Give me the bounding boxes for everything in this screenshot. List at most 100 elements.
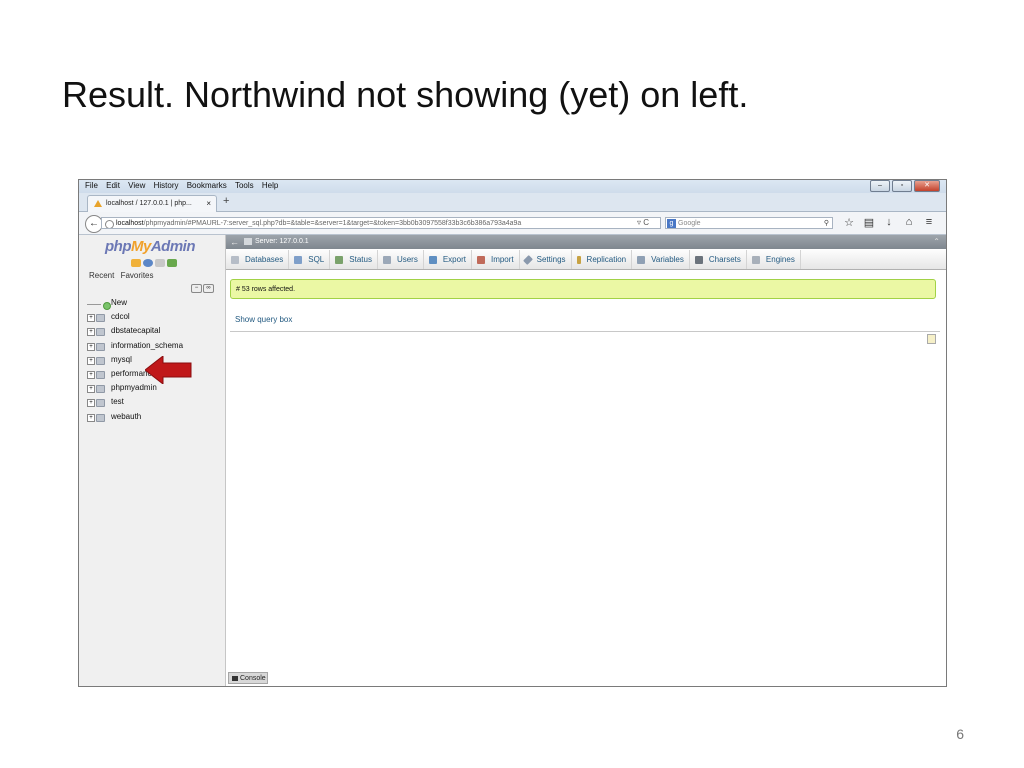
- browser-menubar: File Edit View History Bookmarks Tools H…: [79, 180, 946, 194]
- chevron-up-icon[interactable]: ⌃: [933, 235, 940, 249]
- red-arrow-icon: [145, 356, 192, 384]
- expand-icon[interactable]: +: [87, 314, 95, 323]
- menu-edit[interactable]: Edit: [106, 181, 120, 190]
- database-icon: [96, 356, 105, 365]
- help-icon[interactable]: [143, 259, 153, 267]
- pma-favicon-icon: [94, 200, 102, 207]
- menu-tools[interactable]: Tools: [235, 181, 254, 190]
- export-icon: [428, 255, 437, 264]
- expand-icon[interactable]: +: [87, 356, 95, 365]
- pma-navigation-panel: phpMyAdmin Recent Favorites − ∞ New + cdc…: [79, 235, 226, 686]
- menu-history[interactable]: History: [154, 181, 179, 190]
- download-icon[interactable]: ↓: [879, 216, 899, 229]
- favorites-tab[interactable]: Favorites: [121, 271, 154, 280]
- users-icon: [382, 255, 391, 264]
- menu-icon[interactable]: ≡: [919, 216, 939, 229]
- home-icon[interactable]: [131, 259, 141, 267]
- tab-sql[interactable]: SQL: [289, 250, 331, 269]
- charsets-icon: [694, 255, 703, 264]
- reload-icon[interactable]: ▿ C: [637, 218, 649, 227]
- databases-icon: [231, 255, 239, 264]
- minimize-button[interactable]: –: [870, 180, 890, 192]
- collapse-nav-icon[interactable]: ←: [230, 235, 239, 249]
- database-icon: [96, 413, 105, 422]
- tab-users[interactable]: Users: [378, 250, 424, 269]
- database-icon: [96, 328, 105, 337]
- replication-icon: [576, 255, 581, 264]
- tab-replication[interactable]: Replication: [572, 250, 633, 269]
- collapse-controls: − ∞: [191, 284, 215, 293]
- success-message: # 53 rows affected.: [230, 279, 936, 299]
- tree-line: [87, 304, 101, 305]
- page-icon[interactable]: [927, 334, 936, 344]
- expand-icon[interactable]: +: [87, 399, 95, 408]
- slide-number: 6: [956, 726, 964, 742]
- reload-nav-icon[interactable]: [167, 259, 177, 267]
- browser-tab[interactable]: localhost / 127.0.0.1 | php... ×: [87, 195, 217, 212]
- close-window-button[interactable]: ✕: [914, 180, 940, 192]
- link-icon[interactable]: ∞: [203, 284, 214, 293]
- new-db-icon: [103, 302, 111, 310]
- menu-file[interactable]: File: [85, 181, 98, 190]
- expand-icon[interactable]: +: [87, 413, 95, 422]
- console-button[interactable]: Console: [228, 672, 268, 684]
- console-icon: [232, 675, 238, 681]
- browser-screenshot: File Edit View History Bookmarks Tools H…: [78, 179, 947, 687]
- home-icon[interactable]: ⌂: [899, 216, 919, 229]
- database-icon: [96, 342, 105, 351]
- slide-title: Result. Northwind not showing (yet) on l…: [62, 74, 749, 115]
- database-icon: [96, 314, 105, 323]
- tab-title: localhost / 127.0.0.1 | php...: [106, 200, 192, 207]
- menu-help[interactable]: Help: [262, 181, 278, 190]
- tab-import[interactable]: Import: [472, 250, 520, 269]
- recent-tab[interactable]: Recent: [89, 271, 114, 280]
- variables-icon: [637, 255, 646, 264]
- expand-icon[interactable]: +: [87, 385, 95, 394]
- url-bar[interactable]: localhost/phpmyadmin/#PMAURL-7:server_sq…: [101, 217, 661, 229]
- search-input[interactable]: g Google ⚲: [665, 217, 833, 229]
- phpmyadmin-logo[interactable]: phpMyAdmin: [105, 238, 196, 255]
- tab-charsets[interactable]: Charsets: [690, 250, 747, 269]
- expand-icon[interactable]: +: [87, 342, 95, 351]
- search-icon[interactable]: ⚲: [824, 218, 829, 230]
- tab-status[interactable]: Status: [330, 250, 378, 269]
- status-icon: [335, 255, 344, 264]
- recent-favorites-tabs: Recent Favorites: [89, 271, 158, 280]
- server-breadcrumb: ← Server: 127.0.0.1 ⌃: [226, 235, 946, 249]
- settings-icon: [522, 254, 533, 265]
- navigation-bar: ← localhost/phpmyadmin/#PMAURL-7:server_…: [79, 212, 946, 235]
- expand-icon[interactable]: +: [87, 370, 95, 379]
- database-icon: [96, 370, 105, 379]
- server-link[interactable]: Server: 127.0.0.1: [244, 235, 309, 249]
- tab-databases[interactable]: Databases: [226, 250, 290, 269]
- globe-icon: [105, 220, 114, 228]
- pma-main-panel: ← Server: 127.0.0.1 ⌃ Databases SQL Stat…: [226, 235, 946, 686]
- url-path: /phpmyadmin/#PMAURL-7:server_sql.php?db=…: [143, 220, 522, 227]
- google-icon: g: [667, 219, 676, 228]
- engines-icon: [751, 255, 760, 264]
- tab-variables[interactable]: Variables: [632, 250, 690, 269]
- clipboard-icon[interactable]: ▤: [859, 216, 879, 229]
- tab-settings[interactable]: Settings: [520, 250, 572, 269]
- url-host: localhost: [116, 220, 144, 227]
- search-placeholder: Google: [678, 220, 701, 227]
- new-tab-icon[interactable]: +: [223, 195, 229, 207]
- close-tab-icon[interactable]: ×: [206, 199, 211, 208]
- database-icon: [96, 399, 105, 408]
- server-icon: [244, 237, 252, 245]
- tab-bar: localhost / 127.0.0.1 | php... × +: [79, 193, 946, 212]
- expand-icon[interactable]: +: [87, 328, 95, 337]
- toolbar-icons: ☆ ▤ ↓ ⌂ ≡: [839, 216, 939, 229]
- bookmark-star-icon[interactable]: ☆: [839, 216, 859, 229]
- tab-engines[interactable]: Engines: [747, 250, 801, 269]
- docs-icon[interactable]: [155, 259, 165, 267]
- maximize-button[interactable]: ▫: [892, 180, 912, 192]
- show-query-box-link[interactable]: Show query box: [235, 315, 292, 324]
- menu-bookmarks[interactable]: Bookmarks: [187, 181, 227, 190]
- divider: [230, 331, 940, 332]
- menu-view[interactable]: View: [128, 181, 145, 190]
- collapse-all-icon[interactable]: −: [191, 284, 202, 293]
- import-icon: [476, 255, 485, 264]
- tab-export[interactable]: Export: [424, 250, 472, 269]
- quick-links: [131, 259, 179, 267]
